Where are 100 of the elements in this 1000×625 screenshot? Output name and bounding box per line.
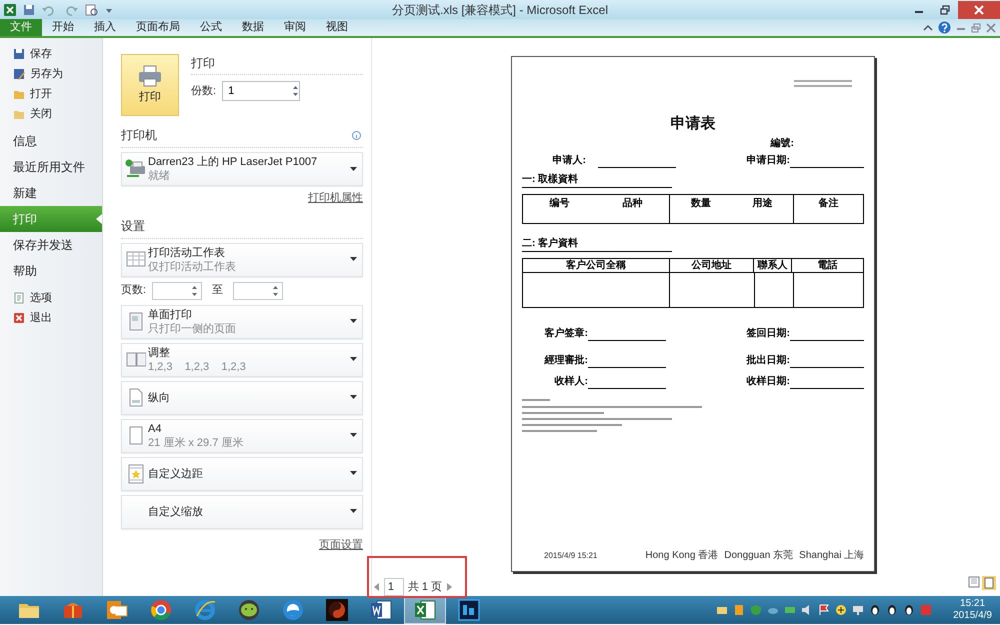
settings-dropdown[interactable]: 打印活动工作表 仅打印活动工作表 (121, 242, 363, 276)
save-icon[interactable] (23, 4, 35, 16)
dropdown-arrow-icon (350, 257, 357, 262)
menu-tab[interactable]: 最近所用文件 (0, 154, 102, 180)
field-label: 收样日期: (746, 374, 790, 388)
print-preview-icon[interactable] (85, 4, 99, 16)
print-button[interactable]: 打印 (121, 54, 179, 116)
footer-text: 2015/4/9 15:21 (544, 550, 598, 562)
printer-icon (138, 64, 162, 87)
settings-dropdown[interactable]: 调整 1,2,3 1,2,3 1,2,3 (121, 342, 363, 376)
table-header: 编号 (550, 196, 570, 210)
dropdown-arrow-icon (350, 357, 357, 362)
table-header: 客户公司全稱 (565, 258, 627, 272)
save-as-icon (13, 68, 25, 80)
footer-text: Shanghai 上海 (799, 548, 864, 563)
ribbon-tab[interactable]: 插入 (84, 18, 126, 36)
cloud-circle-icon (281, 598, 305, 622)
next-page-icon[interactable] (446, 583, 452, 591)
page-setup-link[interactable]: 页面设置 (319, 536, 363, 553)
page-number-field[interactable] (152, 282, 202, 300)
menu-command[interactable]: 退出 (0, 308, 102, 328)
section-heading: 打印 (191, 54, 363, 75)
window-title: 分页测试.xls [兼容模式] - Microsoft Excel (392, 3, 608, 17)
collated-pages-icon (126, 350, 146, 370)
clock[interactable]: 15:21 2015/4/9 (953, 598, 992, 622)
menu-command[interactable]: 另存为 (0, 64, 102, 84)
section-heading: 打印机 (121, 127, 157, 144)
ribbon-tab[interactable]: 公式 (190, 18, 232, 36)
page-number-field[interactable] (233, 282, 284, 300)
settings-dropdown[interactable]: 纵向 (121, 380, 363, 414)
browser-icon (149, 598, 173, 622)
excel-icon (3, 2, 17, 16)
help-icon[interactable] (938, 21, 951, 34)
flag-icon[interactable] (818, 604, 830, 616)
taskbar-button[interactable] (404, 596, 446, 624)
table-header: 電話 (791, 258, 863, 272)
settings-dropdown[interactable]: 单面打印 只打印一侧的页面 (121, 304, 363, 338)
word-icon (369, 598, 393, 622)
printer-dropdown[interactable]: Darren23 上的 HP LaserJet P1007 就绪 (121, 152, 363, 186)
menu-tab[interactable]: 帮助 (0, 258, 102, 284)
penguin-icon[interactable] (869, 604, 882, 616)
field-label: 編號: (770, 136, 794, 150)
dropdown-arrow-icon (350, 433, 357, 438)
printer-properties-link[interactable]: 打印机属性 (308, 190, 363, 206)
table-header: 公司地址 (669, 258, 753, 272)
settings-dropdown[interactable]: 自定义边距 (121, 456, 363, 490)
margins-icon (126, 464, 146, 484)
show-margins-icon[interactable] (968, 576, 980, 588)
spinner-icon (191, 284, 198, 298)
menu-tab[interactable]: 保存并发送 (0, 232, 102, 258)
mail-app-icon (105, 598, 129, 622)
plus-icon[interactable] (835, 604, 848, 616)
save-icon (13, 48, 25, 60)
restore-icon[interactable] (940, 4, 950, 14)
copies-field[interactable]: 1 (222, 81, 300, 101)
exit-icon (13, 312, 25, 324)
menu-tab[interactable]: 新建 (0, 180, 102, 206)
menu-command[interactable]: 保存 (0, 44, 102, 64)
printer-icon (125, 159, 147, 179)
chat-bubble-icon (237, 598, 261, 622)
web-browser-e-icon (193, 598, 217, 622)
table-header: 数量 (690, 196, 711, 210)
spinner-icon (292, 84, 300, 98)
zoom-to-page-icon[interactable] (982, 576, 996, 590)
collapse-ribbon-icon[interactable] (923, 22, 933, 32)
penguin-icon[interactable] (903, 604, 916, 616)
dropdown-arrow-icon (350, 395, 357, 400)
table-header: 聯系人 (753, 258, 791, 272)
page-number-field[interactable]: 1 (384, 578, 404, 596)
dropdown-arrow-icon (350, 319, 357, 324)
footer-text: Hong Kong 香港 (645, 548, 718, 563)
table-header: 用途 (752, 196, 772, 210)
section-title: 二: 客户資料 (522, 236, 672, 252)
field-label: 經理審批: (543, 353, 588, 368)
penguin-icon[interactable] (886, 604, 898, 616)
ribbon-tab[interactable]: 数据 (232, 18, 274, 36)
field-label: 批出日期: (746, 354, 790, 368)
excel-icon (413, 598, 437, 622)
menu-command[interactable]: 关闭 (0, 104, 102, 124)
settings-dropdown[interactable]: 自定义缩放 (121, 494, 363, 528)
menu-tab[interactable]: 信息 (0, 128, 102, 154)
close-button[interactable] (958, 0, 1000, 18)
ribbon-tab[interactable]: 文件 (0, 18, 42, 36)
ribbon-tab[interactable]: 开始 (42, 18, 84, 36)
settings-dropdown[interactable]: A4 21 厘米 x 29.7 厘米 (121, 418, 363, 452)
to-label: 至 (211, 283, 224, 298)
close-icon[interactable] (986, 22, 996, 32)
pages-label: 页数: (121, 283, 146, 298)
menu-command[interactable]: 选项 (0, 288, 102, 308)
ribbon-tab[interactable]: 视图 (316, 18, 358, 36)
field-label: 收样人: (554, 374, 588, 388)
section-heading: 设置 (121, 218, 145, 234)
dropdown-arrow-icon (350, 509, 357, 514)
ribbon-tab[interactable]: 审阅 (274, 18, 316, 36)
table-header: 备注 (818, 196, 838, 210)
copies-label: 份数: (191, 84, 216, 99)
page-count: 共 1 页 (408, 580, 442, 595)
ribbon-tab[interactable]: 页面布局 (126, 18, 190, 36)
info-icon (352, 130, 361, 140)
menu-command[interactable]: 打开 (0, 84, 102, 104)
